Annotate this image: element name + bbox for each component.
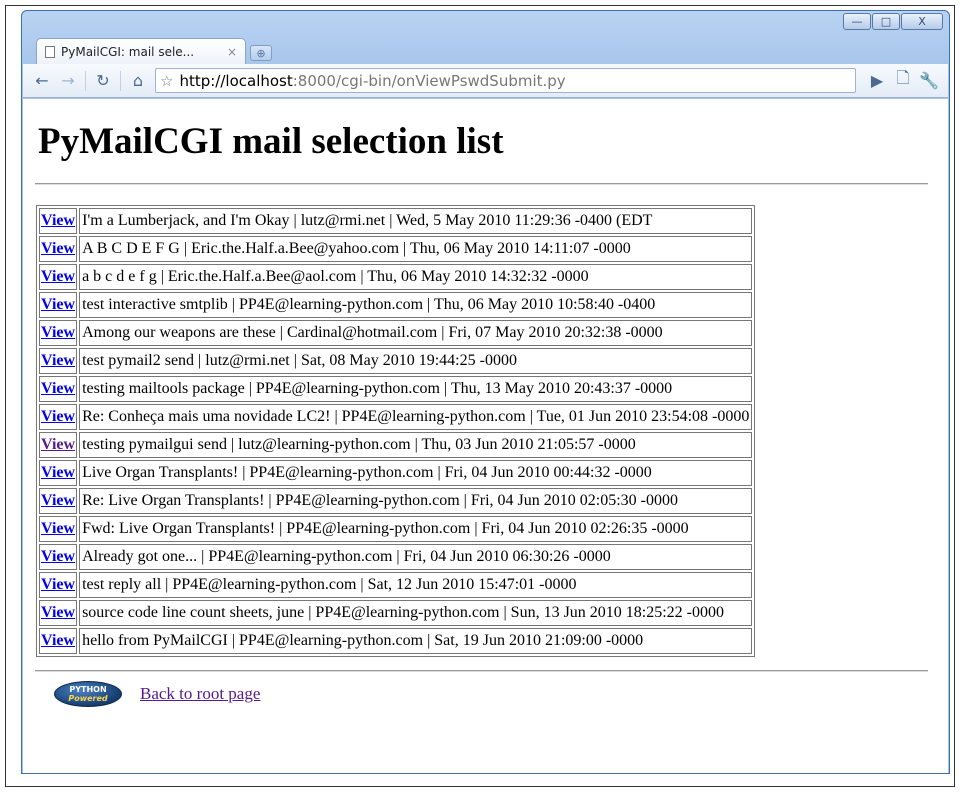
- browser-tab[interactable]: PyMailCGI: mail sele... ×: [36, 38, 246, 64]
- mail-row: View test pymail2 send | lutz@rmi.net | S…: [39, 347, 753, 374]
- mail-summary: a b c d e f g | Eric.the.Half.a.Bee@aol.…: [79, 263, 753, 290]
- view-cell: View: [39, 459, 78, 486]
- minimize-button[interactable]: —: [843, 13, 871, 30]
- mail-row: View A B C D E F G | Eric.the.Half.a.Bee@…: [39, 235, 753, 262]
- mail-summary: A B C D E F G | Eric.the.Half.a.Bee@yaho…: [79, 235, 753, 262]
- mail-row: View hello from PyMailCGI | PP4E@learning…: [39, 627, 753, 654]
- python-powered-logo: PYTHON Powered: [54, 680, 122, 707]
- back-arrow-icon[interactable]: ←: [29, 69, 55, 93]
- forward-arrow-icon[interactable]: →: [55, 69, 81, 93]
- view-link[interactable]: View: [41, 380, 75, 397]
- view-link[interactable]: View: [41, 576, 75, 593]
- mail-summary: Re: Live Organ Transplants! | PP4E@learn…: [79, 487, 753, 514]
- footer: PYTHON Powered Back to root page: [54, 680, 936, 707]
- view-link[interactable]: View: [41, 436, 75, 453]
- toolbar-separator: [120, 70, 121, 91]
- mail-row: View Re: Conheça mais uma novidade LC2! |…: [39, 403, 753, 430]
- mail-summary: Among our weapons are these | Cardinal@h…: [79, 319, 753, 346]
- mail-summary: Live Organ Transplants! | PP4E@learning-…: [79, 459, 753, 486]
- mail-summary: hello from PyMailCGI | PP4E@learning-pyt…: [79, 627, 753, 654]
- new-tab-button[interactable]: ⊕: [250, 45, 272, 61]
- back-to-root-link[interactable]: Back to root page: [140, 684, 260, 704]
- mail-summary: I'm a Lumberjack, and I'm Okay | lutz@rm…: [79, 207, 753, 234]
- view-cell: View: [39, 263, 78, 290]
- address-bar[interactable]: ☆ http://localhost:8000/cgi-bin/onViewPs…: [155, 68, 856, 93]
- mail-summary: test interactive smtplib | PP4E@learning…: [79, 291, 753, 318]
- mail-row: View Among our weapons are these | Cardin…: [39, 319, 753, 346]
- view-link[interactable]: View: [41, 240, 75, 257]
- mail-row: View testing pymailgui send | lutz@learni…: [39, 431, 753, 458]
- page-icon: [45, 45, 55, 58]
- view-cell: View: [39, 431, 78, 458]
- mail-summary: source code line count sheets, june | PP…: [79, 599, 753, 626]
- view-cell: View: [39, 207, 78, 234]
- mail-row: View Live Organ Transplants! | PP4E@learn…: [39, 459, 753, 486]
- wrench-menu-icon[interactable]: 🔧: [916, 69, 942, 93]
- view-cell: View: [39, 571, 78, 598]
- url-text[interactable]: http://localhost:8000/cgi-bin/onViewPswd…: [179, 72, 565, 90]
- home-icon[interactable]: ⌂: [125, 69, 151, 93]
- view-cell: View: [39, 235, 78, 262]
- bookmark-star-icon[interactable]: ☆: [160, 72, 173, 90]
- view-link[interactable]: View: [41, 212, 75, 229]
- view-cell: View: [39, 543, 78, 570]
- mail-row: View a b c d e f g | Eric.the.Half.a.Bee@…: [39, 263, 753, 290]
- view-cell: View: [39, 291, 78, 318]
- divider: [35, 182, 928, 185]
- view-link[interactable]: View: [41, 520, 75, 537]
- mail-summary: test pymail2 send | lutz@rmi.net | Sat, …: [79, 347, 753, 374]
- toolbar-separator: [85, 70, 86, 91]
- divider: [35, 669, 928, 672]
- view-link[interactable]: View: [41, 352, 75, 369]
- mail-row: View I'm a Lumberjack, and I'm Okay | lut…: [39, 207, 753, 234]
- page-content: PyMailCGI mail selection list View I'm a …: [23, 99, 948, 773]
- view-link[interactable]: View: [41, 464, 75, 481]
- reload-icon[interactable]: ↻: [90, 69, 116, 93]
- page-title: PyMailCGI mail selection list: [38, 121, 504, 162]
- mail-row: View test reply all | PP4E@learning-pytho…: [39, 571, 753, 598]
- view-cell: View: [39, 403, 78, 430]
- view-link[interactable]: View: [41, 268, 75, 285]
- mail-selection-table: View I'm a Lumberjack, and I'm Okay | lut…: [36, 204, 756, 657]
- view-cell: View: [39, 319, 78, 346]
- view-cell: View: [39, 487, 78, 514]
- view-cell: View: [39, 627, 78, 654]
- mail-summary: test reply all | PP4E@learning-python.co…: [79, 571, 753, 598]
- go-arrow-icon[interactable]: ▶: [864, 69, 890, 93]
- mail-summary: testing pymailgui send | lutz@learning-p…: [79, 431, 753, 458]
- view-cell: View: [39, 375, 78, 402]
- view-link[interactable]: View: [41, 408, 75, 425]
- mail-row: View source code line count sheets, june …: [39, 599, 753, 626]
- view-link[interactable]: View: [41, 604, 75, 621]
- view-cell: View: [39, 515, 78, 542]
- mail-summary: testing mailtools package | PP4E@learnin…: [79, 375, 753, 402]
- mail-row: View Re: Live Organ Transplants! | PP4E@l…: [39, 487, 753, 514]
- mail-row: View test interactive smtplib | PP4E@lear…: [39, 291, 753, 318]
- view-link[interactable]: View: [41, 492, 75, 509]
- view-link[interactable]: View: [41, 548, 75, 565]
- maximize-button[interactable]: □: [872, 13, 900, 30]
- window-controls: — □ X: [843, 13, 943, 30]
- mail-summary: Fwd: Live Organ Transplants! | PP4E@lear…: [79, 515, 753, 542]
- close-window-button[interactable]: X: [901, 13, 943, 30]
- view-cell: View: [39, 599, 78, 626]
- browser-window: — □ X PyMailCGI: mail sele... × ⊕ ← → ↻ …: [21, 10, 950, 774]
- page-menu-icon[interactable]: 🗋: [890, 68, 916, 93]
- view-cell: View: [39, 347, 78, 374]
- mail-row: View Fwd: Live Organ Transplants! | PP4E@…: [39, 515, 753, 542]
- mail-summary: Already got one... | PP4E@learning-pytho…: [79, 543, 753, 570]
- mail-summary: Re: Conheça mais uma novidade LC2! | PP4…: [79, 403, 753, 430]
- mail-row: View testing mailtools package | PP4E@lea…: [39, 375, 753, 402]
- tab-close-icon[interactable]: ×: [227, 45, 237, 59]
- mail-row: View Already got one... | PP4E@learning-p…: [39, 543, 753, 570]
- tab-title: PyMailCGI: mail sele...: [61, 44, 195, 59]
- view-link[interactable]: View: [41, 296, 75, 313]
- browser-toolbar: ← → ↻ ⌂ ☆ http://localhost:8000/cgi-bin/…: [23, 64, 948, 98]
- view-link[interactable]: View: [41, 632, 75, 649]
- view-link[interactable]: View: [41, 324, 75, 341]
